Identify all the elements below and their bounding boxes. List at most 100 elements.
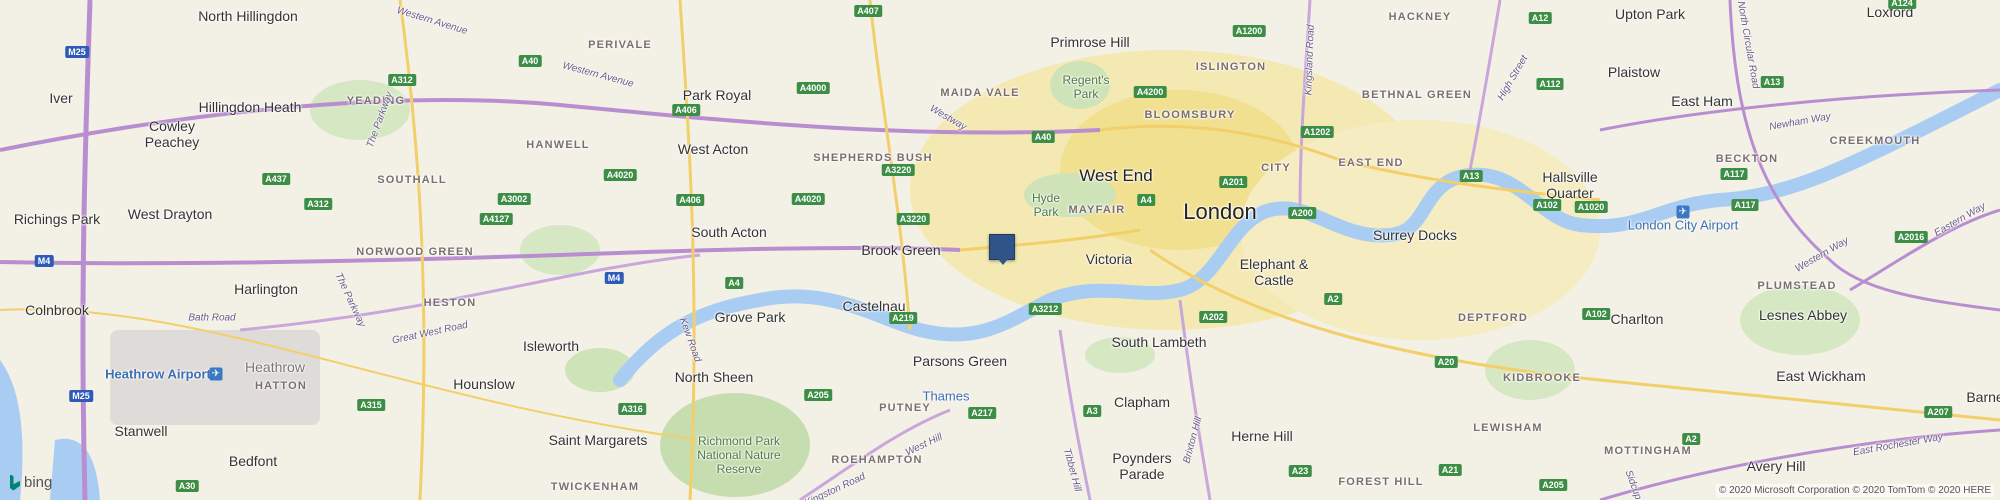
label-west-end: West End [1079,166,1153,185]
location-marker-icon[interactable] [989,234,1015,265]
shield-a407: A407 [854,5,882,17]
label-primrose-hill: Primrose Hill [1050,34,1130,50]
label-charlton: Charlton [1610,311,1664,327]
label-south-lambeth: South Lambeth [1111,334,1207,350]
heathrow-airport-icon: ✈ [209,367,223,381]
label-creekmouth: CREEKMOUTH [1829,135,1921,147]
shield-a12: A12 [1528,12,1552,24]
shield-a3220-south: A3220 [896,213,930,225]
label-iver: Iver [49,90,73,106]
label-avery-hill: Avery Hill [1746,458,1806,474]
shield-a1200: A1200 [1232,25,1266,37]
shield-a4020: A4020 [603,169,637,181]
shield-a2016: A2016 [1894,231,1928,243]
shield-a201: A201 [1219,176,1247,188]
label-norwood-green: NORWOOD GREEN [356,246,474,258]
road-m4 [0,245,961,266]
label-herne-hill: Herne Hill [1231,428,1293,444]
label-shepherds-bush: SHEPHERDS BUSH [813,152,933,164]
shield-m4-west: M4 [34,255,54,267]
shield-a20: A20 [1434,356,1458,368]
park-area-west [520,225,600,275]
label-city: CITY [1261,162,1291,174]
label-yeading: YEADING [346,95,406,107]
shield-a112: A112 [1536,78,1564,90]
label-west-acton: West Acton [677,141,749,157]
shield-a312: A312 [388,74,416,86]
label-upton-park: Upton Park [1614,6,1686,22]
shield-a117-south: A117 [1731,199,1759,211]
shield-a406: A406 [672,104,700,116]
shield-a217: A217 [968,407,996,419]
shield-a102-south: A102 [1582,308,1610,320]
shield-m25-south: M25 [69,390,93,402]
shield-a205-east: A205 [1539,479,1567,491]
road-m25 [80,0,93,500]
label-east-end: EAST END [1338,157,1404,169]
shield-a30: A30 [175,480,199,492]
road-label-bath-road: Bath Road [188,312,236,324]
label-mayfair: MAYFAIR [1068,204,1126,216]
shield-m25: M25 [65,46,89,58]
shield-a21: A21 [1438,464,1462,476]
label-bloomsbury: BLOOMSBURY [1144,109,1236,121]
shield-a13-east: A13 [1459,170,1483,182]
label-park-royal: Park Royal [682,87,752,103]
label-london: London [1183,199,1257,224]
label-southall: SOUTHALL [377,174,447,186]
shield-a3220-north: A3220 [881,164,915,176]
shield-a2: A2 [1324,293,1342,305]
label-harlington: Harlington [234,281,298,297]
shield-a316: A316 [618,403,646,415]
label-grove-park: Grove Park [714,309,786,325]
label-deptford: DEPTFORD [1457,312,1529,324]
label-bethnal-green: BETHNAL GREEN [1361,89,1473,101]
bing-logo-icon [10,474,20,491]
shield-a1020: A1020 [1574,201,1608,213]
label-north-sheen: North Sheen [674,369,754,385]
label-hackney: HACKNEY [1388,11,1452,23]
label-brook-green: Brook Green [861,242,941,258]
label-richings-park: Richings Park [13,211,101,227]
label-stanwell: Stanwell [114,423,168,439]
shield-a102: A102 [1533,199,1561,211]
label-poynders-parade: Poynders Parade [1112,450,1172,482]
label-richmond-park: Richmond Park National Nature Reserve [697,434,781,476]
shield-a124: A124 [1888,0,1916,9]
label-elephant-castle: Elephant & Castle [1239,256,1309,288]
park-area-southeast [1485,340,1575,400]
label-perivale: PERIVALE [588,39,652,51]
label-bedfont: Bedfont [228,453,278,469]
shield-a117-north: A117 [1720,168,1748,180]
label-lesnes-abbey: Lesnes Abbey [1759,307,1847,323]
label-forest-hill: FOREST HILL [1338,476,1424,488]
label-west-drayton: West Drayton [127,206,213,222]
label-north-hillingdon: North Hillingdon [198,8,298,24]
label-twickenham: TWICKENHAM [550,481,640,493]
shield-m4-east: M4 [604,272,624,284]
label-mottingham: MOTTINGHAM [1604,445,1692,457]
label-surrey-docks: Surrey Docks [1372,227,1458,243]
shield-a200: A200 [1288,207,1316,219]
shield-a312-south: A312 [304,198,332,210]
label-east-ham: East Ham [1671,93,1733,109]
label-isleworth: Isleworth [522,338,580,354]
label-beckton: BECKTON [1715,153,1779,165]
label-lewisham: LEWISHAM [1473,422,1543,434]
label-plaistow: Plaistow [1607,64,1661,80]
shield-a3: A3 [1083,405,1101,417]
map-canvas[interactable]: North Hillingdon Primrose Hill HACKNEY U… [0,0,2000,500]
shield-a40-west: A40 [518,55,542,67]
shield-a207: A207 [1924,406,1952,418]
label-hyde-park: Hyde Park [1031,191,1060,219]
label-parsons-green: Parsons Green [912,353,1008,369]
shield-a13: A13 [1760,76,1784,88]
label-putney: PUTNEY [879,402,931,414]
shield-a205: A205 [804,389,832,401]
bing-logo: bing [10,474,52,491]
label-colnbrook: Colnbrook [25,302,89,318]
label-barne: Barne [1966,389,2000,405]
road-great-west-road [239,253,701,332]
label-hounslow: Hounslow [453,376,515,392]
label-east-wickham: East Wickham [1776,368,1866,384]
